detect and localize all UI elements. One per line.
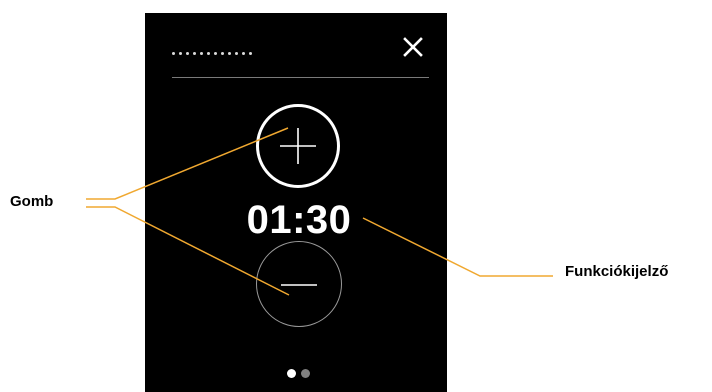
title-dot xyxy=(172,52,175,55)
close-icon xyxy=(403,37,423,57)
title-dot xyxy=(186,52,189,55)
close-button[interactable] xyxy=(398,32,428,62)
title-dot xyxy=(249,52,252,55)
increase-button[interactable] xyxy=(256,104,340,188)
title-dot xyxy=(214,52,217,55)
title-dot xyxy=(228,52,231,55)
decrease-button[interactable] xyxy=(256,241,342,327)
function-display-time: 01:30 xyxy=(246,198,352,242)
device-screen: 01:30 xyxy=(145,13,447,392)
title-dot xyxy=(242,52,245,55)
page-indicator xyxy=(287,369,310,378)
title-dot xyxy=(200,52,203,55)
title-dot xyxy=(221,52,224,55)
plus-icon xyxy=(280,128,316,164)
page: { "display": { "time": "01:30", "title_d… xyxy=(0,0,712,392)
minus-icon xyxy=(281,284,317,286)
title-dot xyxy=(207,52,210,55)
page-dot[interactable] xyxy=(301,369,310,378)
title-dot xyxy=(179,52,182,55)
title-dot xyxy=(235,52,238,55)
page-dot-active[interactable] xyxy=(287,369,296,378)
callout-label-button: Gomb xyxy=(10,193,54,210)
title-dot xyxy=(193,52,196,55)
callout-label-function-display: Funkciókijelző xyxy=(565,263,669,280)
title-placeholder-dots xyxy=(172,52,252,55)
header-divider xyxy=(172,77,429,78)
